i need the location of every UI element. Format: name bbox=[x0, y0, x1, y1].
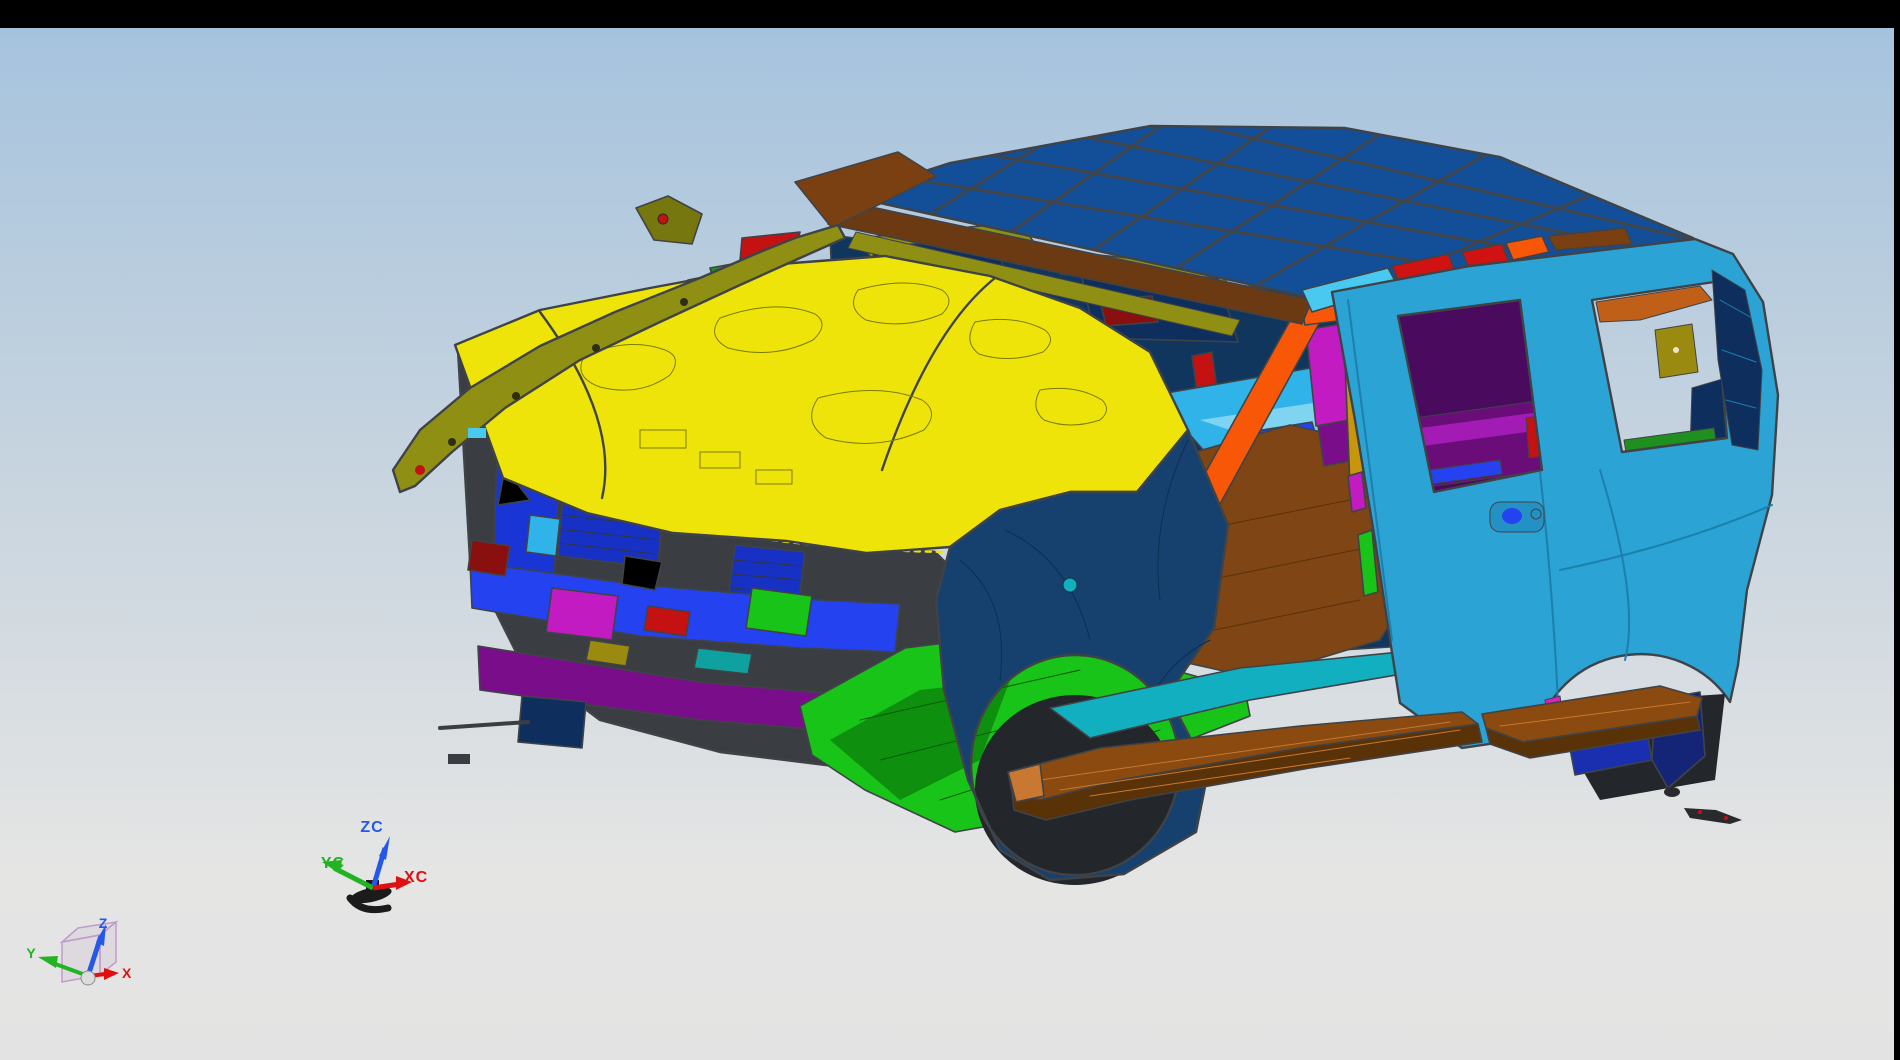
origin-sphere[interactable] bbox=[81, 971, 95, 985]
loose-parts[interactable] bbox=[1664, 787, 1742, 824]
wcs-z-label: ZC bbox=[360, 819, 383, 836]
view-z-label: Z bbox=[99, 915, 108, 931]
apron-hole bbox=[512, 392, 520, 400]
letterbox-top-bar bbox=[0, 0, 1900, 28]
part-dot bbox=[1698, 810, 1702, 814]
view-x-arrowhead bbox=[104, 968, 119, 980]
door-lock-blue bbox=[1502, 508, 1522, 524]
front-green-block[interactable] bbox=[746, 588, 812, 636]
wcs-x-label: XC bbox=[404, 869, 428, 886]
front-probe-line bbox=[440, 722, 528, 728]
pillar-trim-magenta[interactable] bbox=[1348, 472, 1366, 512]
front-orange-chip[interactable] bbox=[622, 556, 662, 590]
view-y-label: Y bbox=[26, 945, 36, 961]
front-red-block[interactable] bbox=[468, 540, 510, 576]
front-probe-nub bbox=[448, 754, 470, 764]
front-cyan-chip[interactable] bbox=[526, 515, 560, 556]
bracket-hole bbox=[1673, 347, 1679, 353]
wcs-triad[interactable]: ZC YC XC bbox=[321, 819, 428, 910]
apron-red-dot bbox=[415, 465, 425, 475]
apron-hole bbox=[592, 344, 600, 352]
fender-hole-teal bbox=[1063, 578, 1077, 592]
front-red-chip[interactable] bbox=[644, 606, 690, 636]
apron-hole bbox=[680, 298, 688, 306]
front-magenta-block[interactable] bbox=[546, 588, 618, 640]
view-y-arrowhead bbox=[38, 956, 58, 968]
letterbox-right-bar bbox=[1894, 0, 1900, 1060]
small-bracket[interactable] bbox=[1664, 787, 1680, 797]
bodyside-skin[interactable] bbox=[1332, 239, 1778, 748]
part-dot bbox=[1724, 816, 1728, 820]
wcs-z-arrowhead bbox=[379, 836, 390, 860]
view-orientation-triad[interactable]: Z Y X bbox=[26, 915, 132, 985]
model-canvas[interactable]: ZC YC XC Z Y X bbox=[0, 0, 1900, 1060]
small-rail-part[interactable] bbox=[1684, 808, 1742, 824]
mirror-flag-dot bbox=[658, 214, 668, 224]
cad-application-window: ZC YC XC Z Y X bbox=[0, 0, 1900, 1060]
apron-cyan-chip bbox=[468, 428, 486, 438]
view-x-label: X bbox=[122, 965, 132, 981]
wcs-y-label: YC bbox=[321, 855, 345, 872]
mirror-flag[interactable] bbox=[636, 196, 702, 244]
apron-hole bbox=[448, 438, 456, 446]
